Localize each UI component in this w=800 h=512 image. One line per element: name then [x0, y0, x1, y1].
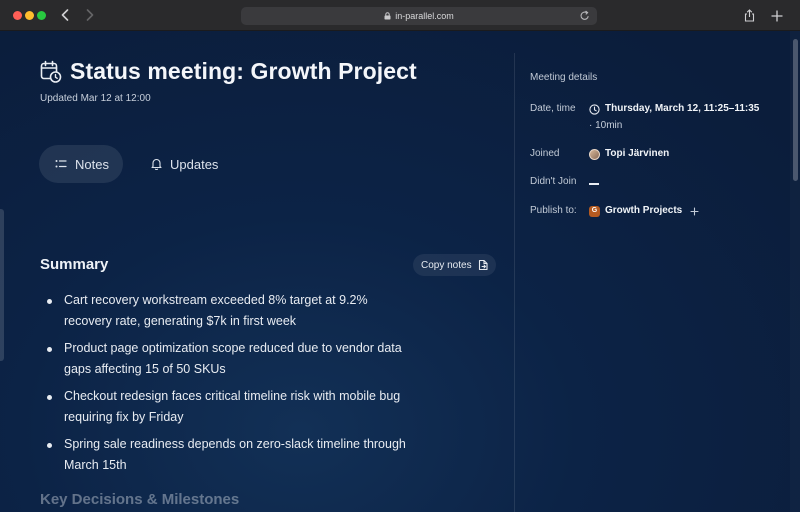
list-item: Product page optimization scope reduced …	[46, 338, 406, 380]
reload-icon[interactable]	[580, 10, 590, 21]
list-item: Cart recovery workstream exceeded 8% tar…	[46, 290, 406, 332]
avatar	[589, 148, 600, 160]
joined-row: Joined Topi Järvinen	[530, 147, 780, 161]
sidebar-handle[interactable]	[0, 209, 4, 361]
minimize-window-button[interactable]	[25, 11, 34, 20]
calendar-clock-icon	[40, 60, 62, 84]
joined-person-name: Topi Järvinen	[605, 148, 670, 159]
didnt-join-label: Didn't Join	[530, 176, 577, 187]
scrollbar[interactable]	[790, 31, 800, 512]
didnt-join-row: Didn't Join	[530, 175, 780, 190]
page-title: Status meeting: Growth Project	[70, 58, 417, 84]
back-icon[interactable]	[57, 6, 73, 24]
empty-dash	[589, 183, 599, 185]
tab-updates[interactable]: Updates	[123, 145, 218, 183]
joined-person[interactable]: Topi Järvinen	[589, 147, 669, 161]
scrollbar-thumb[interactable]	[793, 39, 798, 181]
tab-bar: Notes Updates	[39, 145, 218, 183]
key-decisions-heading: Key Decisions & Milestones	[40, 491, 240, 508]
date-time-value: Thursday, March 12, 11:25–11:35 · 10min	[589, 102, 759, 133]
date-time-label: Date, time	[530, 103, 576, 114]
list-item: Checkout redesign faces critical timelin…	[46, 386, 406, 428]
copy-icon	[478, 259, 489, 271]
zoom-window-button[interactable]	[37, 11, 46, 20]
didnt-join-value	[589, 175, 599, 190]
tab-notes[interactable]: Notes	[39, 145, 123, 183]
page-header: Status meeting: Growth Project	[40, 58, 417, 85]
publish-target[interactable]: G Growth Projects	[589, 204, 699, 218]
publish-row: Publish to: G Growth Projects	[530, 204, 780, 218]
clock-icon	[589, 103, 600, 115]
summary-list: Cart recovery workstream exceeded 8% tar…	[46, 290, 406, 482]
panel-divider	[514, 53, 515, 512]
tab-notes-label: Notes	[75, 156, 109, 172]
copy-notes-label: Copy notes	[421, 259, 472, 271]
new-tab-icon[interactable]	[769, 7, 785, 24]
address-bar[interactable]: in-parallel.com	[241, 7, 597, 25]
list-icon	[55, 159, 67, 169]
duration-text: · 10min	[589, 120, 623, 131]
url-text: in-parallel.com	[395, 11, 454, 21]
meeting-details-panel: Meeting details Date, time Thursday, Mar…	[530, 72, 780, 232]
summary-heading: Summary	[40, 256, 109, 273]
publish-target-name: Growth Projects	[605, 205, 683, 216]
project-badge: G	[589, 205, 600, 217]
copy-notes-button[interactable]: Copy notes	[413, 254, 496, 276]
list-item: Spring sale readiness depends on zero-sl…	[46, 434, 406, 476]
updated-timestamp: Updated Mar 12 at 12:00	[40, 93, 151, 104]
share-icon[interactable]	[741, 7, 757, 24]
add-icon[interactable]	[690, 206, 699, 216]
lock-icon	[384, 12, 391, 20]
bell-icon	[151, 158, 162, 170]
date-time-row: Date, time Thursday, March 12, 11:25–11:…	[530, 102, 780, 133]
joined-label: Joined	[530, 148, 560, 159]
meeting-details-heading: Meeting details	[530, 72, 598, 83]
date-text: Thursday, March 12, 11:25–11:35	[605, 103, 760, 114]
close-window-button[interactable]	[13, 11, 22, 20]
tab-updates-label: Updates	[170, 156, 219, 172]
publish-label: Publish to:	[530, 205, 577, 216]
meeting-page: Status meeting: Growth Project Updated M…	[0, 31, 800, 512]
browser-toolbar: in-parallel.com	[0, 0, 800, 31]
forward-icon[interactable]	[82, 6, 98, 24]
